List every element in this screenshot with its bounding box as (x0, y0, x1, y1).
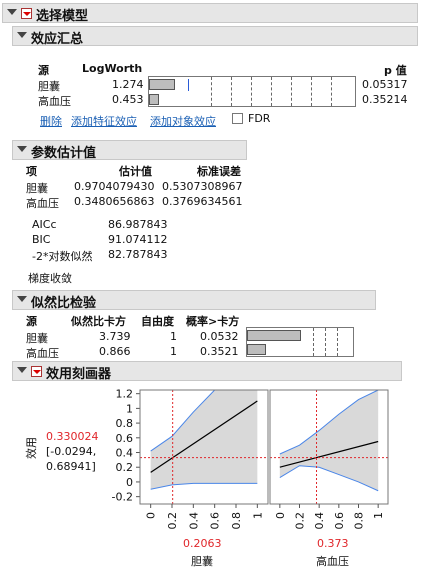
logworth-bar (149, 94, 159, 105)
x-tick-label: 0.4 (187, 512, 200, 530)
chisq-bar (247, 330, 301, 341)
lr-title: 似然比检验 (31, 296, 97, 311)
lr-chisq: 3.739 (99, 330, 131, 343)
effect-logworth: 0.453 (112, 93, 144, 106)
convergence-note: 梯度收敛 (28, 272, 72, 285)
lr-p: 0.3521 (200, 345, 239, 358)
x-tick-label: 0.6 (333, 512, 346, 530)
fit-label-aicc: AICc (32, 218, 57, 231)
col-source: 源 (26, 315, 37, 328)
fit-value-aicc: 86.987843 (108, 218, 168, 231)
col-term: 项 (26, 165, 37, 178)
page-title: 选择模型 (36, 9, 89, 24)
y-tick-label: 1 (126, 402, 133, 415)
params-title: 参数估计值 (31, 146, 97, 161)
red-menu-icon[interactable] (31, 366, 42, 377)
col-source: 源 (38, 64, 49, 77)
add-feature-effect-link[interactable]: 添加特征效应 (71, 113, 137, 129)
col-df: 自由度 (141, 315, 174, 328)
chisq-bar (247, 344, 266, 355)
x-tick-label: 0.6 (209, 512, 222, 530)
x-tick-label: 0.8 (230, 512, 243, 530)
param-se: 0.5307308967 (162, 180, 243, 193)
fit-value-bic: 91.074112 (108, 233, 168, 246)
lr-df: 1 (170, 330, 177, 343)
factor-name: 高血压 (316, 555, 349, 568)
fit-value-loglik: 82.787843 (108, 248, 168, 261)
col-chisq: 似然比卡方 (71, 315, 126, 328)
effect-source: 胆囊 (38, 80, 60, 93)
col-prob: 概率>卡方 (186, 315, 240, 328)
param-term: 高血压 (26, 197, 59, 210)
collapse-triangle-icon[interactable] (17, 146, 27, 152)
lr-p: 0.0532 (200, 330, 239, 343)
profiler-header[interactable]: 效用刻画器 (12, 361, 402, 382)
collapse-triangle-icon[interactable] (17, 296, 27, 302)
x-tick-label: 1 (251, 512, 264, 519)
lr-chisq: 0.866 (99, 345, 131, 358)
remove-link[interactable]: 删除 (40, 113, 62, 129)
x-tick-label: 0.4 (313, 512, 326, 530)
red-menu-icon[interactable] (21, 8, 32, 19)
params-header[interactable]: 参数估计值 (12, 140, 247, 161)
y-tick-label: 0.4 (116, 447, 134, 460)
collapse-triangle-icon[interactable] (7, 9, 17, 15)
y-tick-label: 0.2 (116, 461, 134, 474)
profiler-title: 效用刻画器 (46, 367, 112, 382)
add-subject-effect-link[interactable]: 添加对象效应 (150, 113, 216, 129)
effect-logworth: 1.274 (112, 78, 144, 91)
factor-value[interactable]: 0.373 (317, 537, 349, 550)
col-pvalue: p 值 (384, 64, 407, 77)
fit-label-loglik: -2*对数似然 (32, 250, 93, 263)
x-tick-label: 0.2 (294, 512, 307, 530)
select-model-header[interactable]: 选择模型 (2, 3, 418, 24)
x-tick-label: 0.2 (166, 512, 179, 530)
lr-source: 高血压 (26, 347, 59, 360)
x-tick-label: 0 (145, 512, 158, 519)
effect-pvalue: 0.35214 (362, 93, 408, 106)
collapse-triangle-icon[interactable] (17, 367, 27, 373)
lr-source: 胆囊 (26, 332, 48, 345)
x-tick-label: 0 (274, 512, 287, 519)
y-tick-label: 1.2 (116, 388, 134, 401)
col-se: 标准误差 (197, 165, 241, 178)
factor-name: 胆囊 (191, 555, 213, 568)
effects-header[interactable]: 效应汇总 (12, 26, 418, 47)
effects-title: 效应汇总 (31, 32, 84, 47)
select-model-report: 选择模型 效应汇总 源 LogWorth p 值 胆囊 1.274 高血压 0.… (0, 0, 426, 575)
y-tick-label: 0 (126, 476, 133, 489)
collapse-triangle-icon[interactable] (17, 32, 27, 38)
param-estimate: 0.3480656863 (74, 195, 155, 208)
lr-bar-box (246, 327, 354, 357)
y-tick-label: 0.8 (116, 417, 134, 430)
param-term: 胆囊 (26, 182, 48, 195)
fdr-checkbox[interactable] (232, 113, 243, 124)
factor-value[interactable]: 0.2063 (183, 537, 222, 550)
x-tick-label: 1 (372, 512, 385, 519)
lr-df: 1 (170, 345, 177, 358)
effect-pvalue: 0.05317 (362, 78, 408, 91)
lr-header[interactable]: 似然比检验 (12, 290, 376, 311)
y-tick-label: -0.2 (112, 491, 133, 504)
col-estimate: 估计值 (119, 165, 152, 178)
effect-source: 高血压 (38, 95, 71, 108)
y-tick-label: 0.6 (116, 432, 134, 445)
fit-label-bic: BIC (32, 233, 51, 246)
logworth-bar (149, 79, 175, 90)
logworth-bar-box (148, 76, 356, 107)
col-logworth: LogWorth (82, 62, 143, 75)
param-se: 0.3769634561 (162, 195, 243, 208)
param-estimate: 0.9704079430 (74, 180, 155, 193)
x-tick-label: 0.8 (353, 512, 366, 530)
fdr-label: FDR (248, 112, 271, 125)
